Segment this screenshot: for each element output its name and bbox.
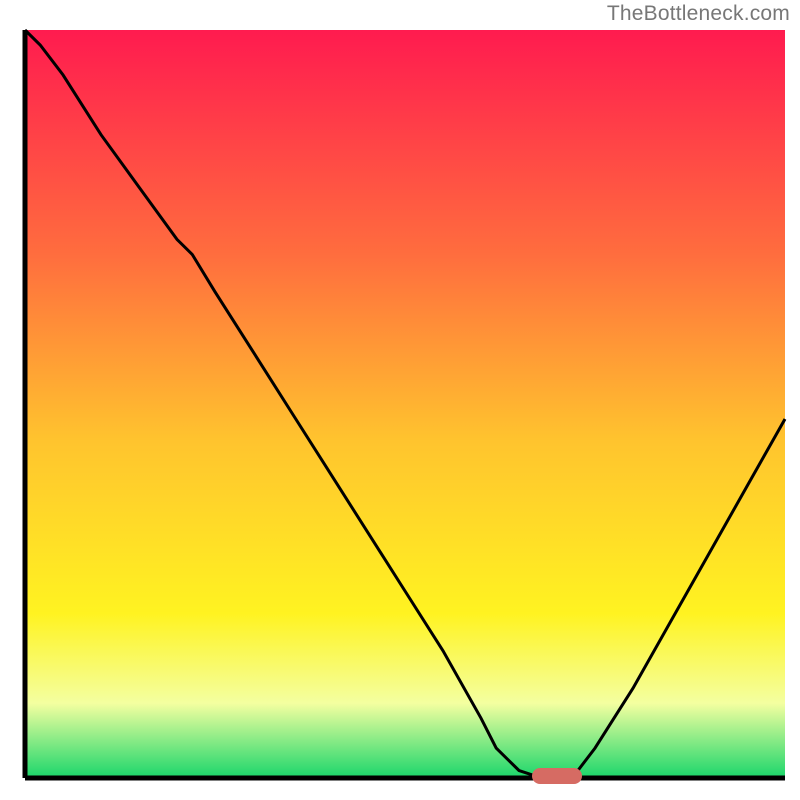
- watermark-text: TheBottleneck.com: [607, 2, 790, 26]
- chart-svg: [0, 0, 800, 800]
- optimum-marker: [532, 768, 582, 784]
- gradient-background: [25, 30, 785, 778]
- bottleneck-chart: TheBottleneck.com: [0, 0, 800, 800]
